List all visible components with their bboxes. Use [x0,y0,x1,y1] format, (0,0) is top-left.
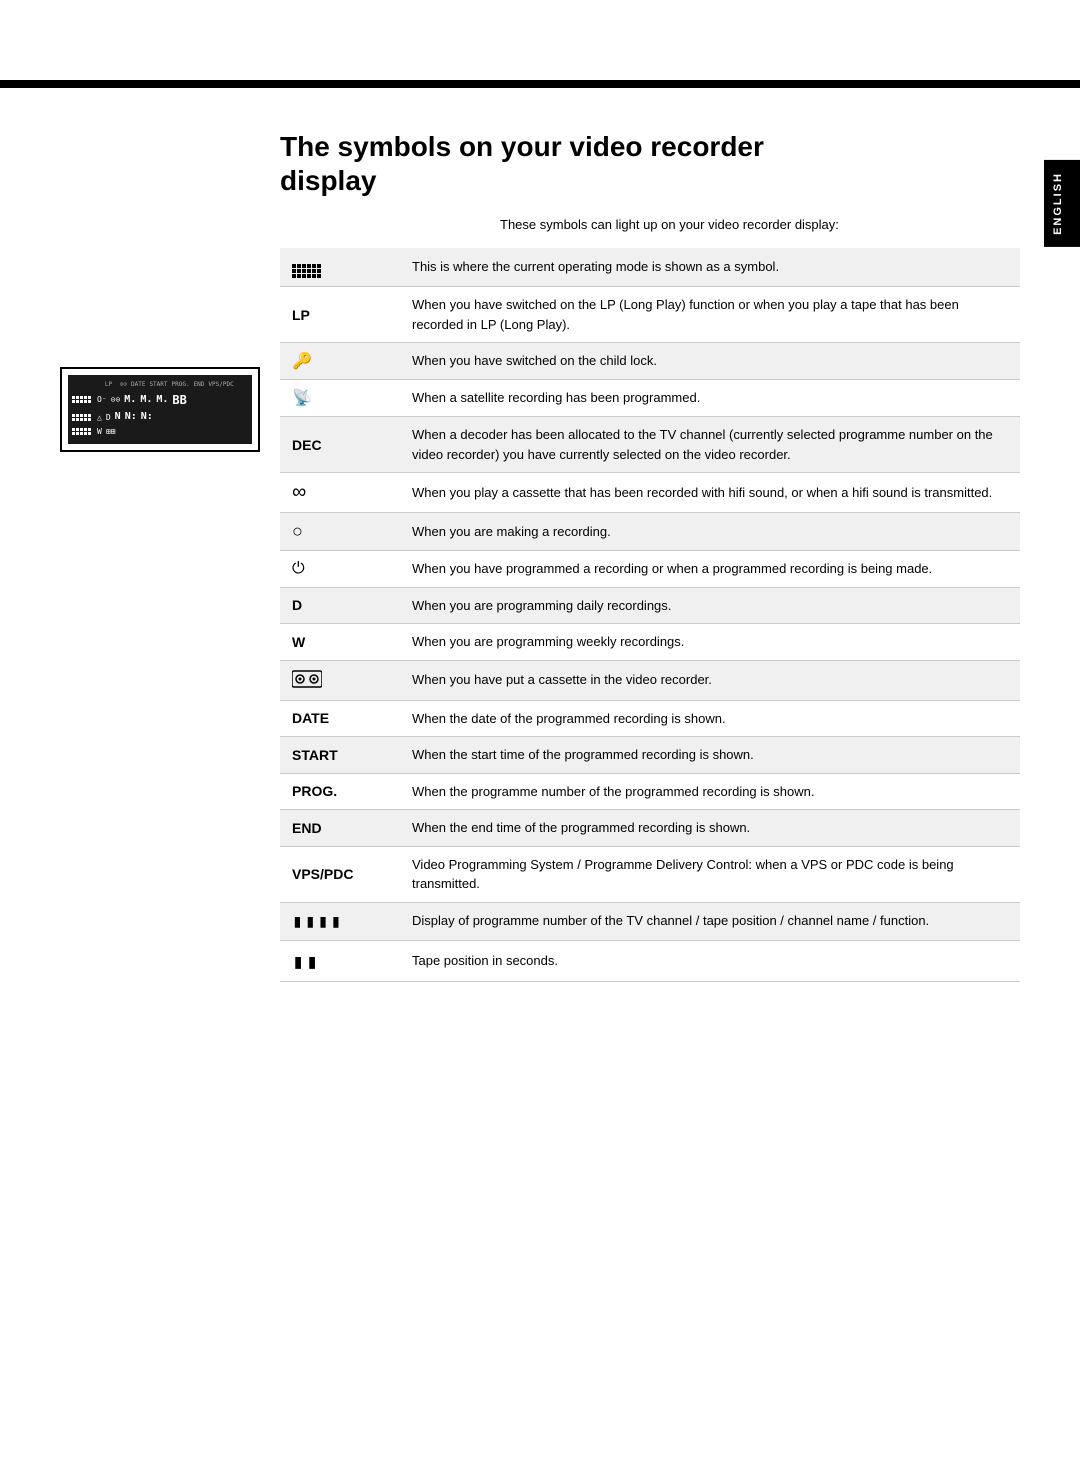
main-content: The symbols on your video recorder displ… [60,100,1020,982]
table-row: 🔑 When you have switched on the child lo… [280,343,1020,380]
vpspdc-symbol: VPS/PDC [292,866,353,882]
panel-area: LP ⊙⊙ DATE START PROG. END VPS/PDC [60,217,1020,982]
title-section: The symbols on your video recorder displ… [280,130,1020,197]
symbol-cell [280,248,400,287]
seg2-symbol: ▮▮ [292,949,320,973]
symbol-cell: 📡 [280,380,400,417]
table-row: D When you are programming daily recordi… [280,587,1020,624]
prog-symbol: PROG. [292,783,337,799]
symbol-cell: LP [280,287,400,343]
english-tab: ENGLISH [1044,160,1080,247]
symbol-cell: DATE [280,700,400,737]
symbol-cell: 🔑 [280,343,400,380]
page-title: The symbols on your video recorder displ… [280,130,970,197]
symbol-cell: ▮▮▮▮ [280,902,400,940]
seg4-symbol: ▮▮▮▮ [292,911,343,932]
description-cell: Tape position in seconds. [400,940,1020,981]
dec-symbol: DEC [292,437,322,453]
table-row: ▮▮ Tape position in seconds. [280,940,1020,981]
top-bar [0,80,1080,88]
symbol-cell: D [280,587,400,624]
table-row: ⏻ When you have programmed a recording o… [280,551,1020,588]
symbol-cell: ⏻ [280,551,400,588]
symbol-cell: ∞ [280,473,400,513]
content-wrapper: These symbols can light up on your video… [280,217,1020,982]
timer-icon: ⏻ [292,560,305,577]
satellite-icon: 📡 [292,390,312,407]
symbol-cell [280,660,400,700]
description-cell: When the start time of the programmed re… [400,737,1020,774]
table-row: VPS/PDC Video Programming System / Progr… [280,846,1020,902]
symbol-cell: ▮▮ [280,940,400,981]
title-line1: The symbols on your video recorder [280,131,764,162]
display-label-row: LP ⊙⊙ DATE START PROG. END VPS/PDC [72,381,248,389]
table-row: LP When you have switched on the LP (Lon… [280,287,1020,343]
grid-icon [292,264,321,278]
table-row: ▮▮▮▮ Display of programme number of the … [280,902,1020,940]
description-cell: When you are programming daily recording… [400,587,1020,624]
table-row: ∞ When you play a cassette that has been… [280,473,1020,513]
description-cell: When you have switched on the child lock… [400,343,1020,380]
table-row: 📡 When a satellite recording has been pr… [280,380,1020,417]
start-symbol: START [292,747,338,763]
symbols-table: This is where the current operating mode… [280,248,1020,982]
symbol-cell: PROG. [280,773,400,810]
description-cell: When you have programmed a recording or … [400,551,1020,588]
description-cell: When the date of the programmed recordin… [400,700,1020,737]
date-symbol: DATE [292,710,329,726]
description-cell: When a satellite recording has been prog… [400,380,1020,417]
w-symbol: W [292,634,305,650]
intro-text: These symbols can light up on your video… [500,217,1020,232]
record-icon: ○ [292,521,303,541]
hifi-icon: ∞ [292,481,306,503]
table-row: PROG. When the programme number of the p… [280,773,1020,810]
description-cell: When the end time of the programmed reco… [400,810,1020,847]
description-cell: When a decoder has been allocated to the… [400,417,1020,473]
description-cell: This is where the current operating mode… [400,248,1020,287]
table-row: END When the end time of the programmed … [280,810,1020,847]
end-symbol: END [292,820,322,836]
description-cell: When you are making a recording. [400,513,1020,551]
symbol-cell: END [280,810,400,847]
table-row: START When the start time of the program… [280,737,1020,774]
symbol-cell: W [280,624,400,661]
table-row: This is where the current operating mode… [280,248,1020,287]
display-panel-inner: LP ⊙⊙ DATE START PROG. END VPS/PDC [68,375,252,443]
description-cell: Display of programme number of the TV ch… [400,902,1020,940]
description-cell: When the programme number of the program… [400,773,1020,810]
symbol-cell: START [280,737,400,774]
display-panel: LP ⊙⊙ DATE START PROG. END VPS/PDC [60,367,260,451]
description-cell: When you are programming weekly recordin… [400,624,1020,661]
symbol-cell: DEC [280,417,400,473]
table-row: ○ When you are making a recording. [280,513,1020,551]
symbol-cell: ○ [280,513,400,551]
table-row: W When you are programming weekly record… [280,624,1020,661]
lp-symbol: LP [292,307,310,323]
table-row: DATE When the date of the programmed rec… [280,700,1020,737]
symbol-cell: VPS/PDC [280,846,400,902]
d-symbol: D [292,597,302,613]
description-cell: When you have switched on the LP (Long P… [400,287,1020,343]
table-row: DEC When a decoder has been allocated to… [280,417,1020,473]
title-line2: display [280,165,376,196]
table-row: When you have put a cassette in the vide… [280,660,1020,700]
cassette-icon [292,669,322,689]
description-cell: When you have put a cassette in the vide… [400,660,1020,700]
description-cell: When you play a cassette that has been r… [400,473,1020,513]
key-icon: 🔑 [292,353,312,370]
description-cell: Video Programming System / Programme Del… [400,846,1020,902]
